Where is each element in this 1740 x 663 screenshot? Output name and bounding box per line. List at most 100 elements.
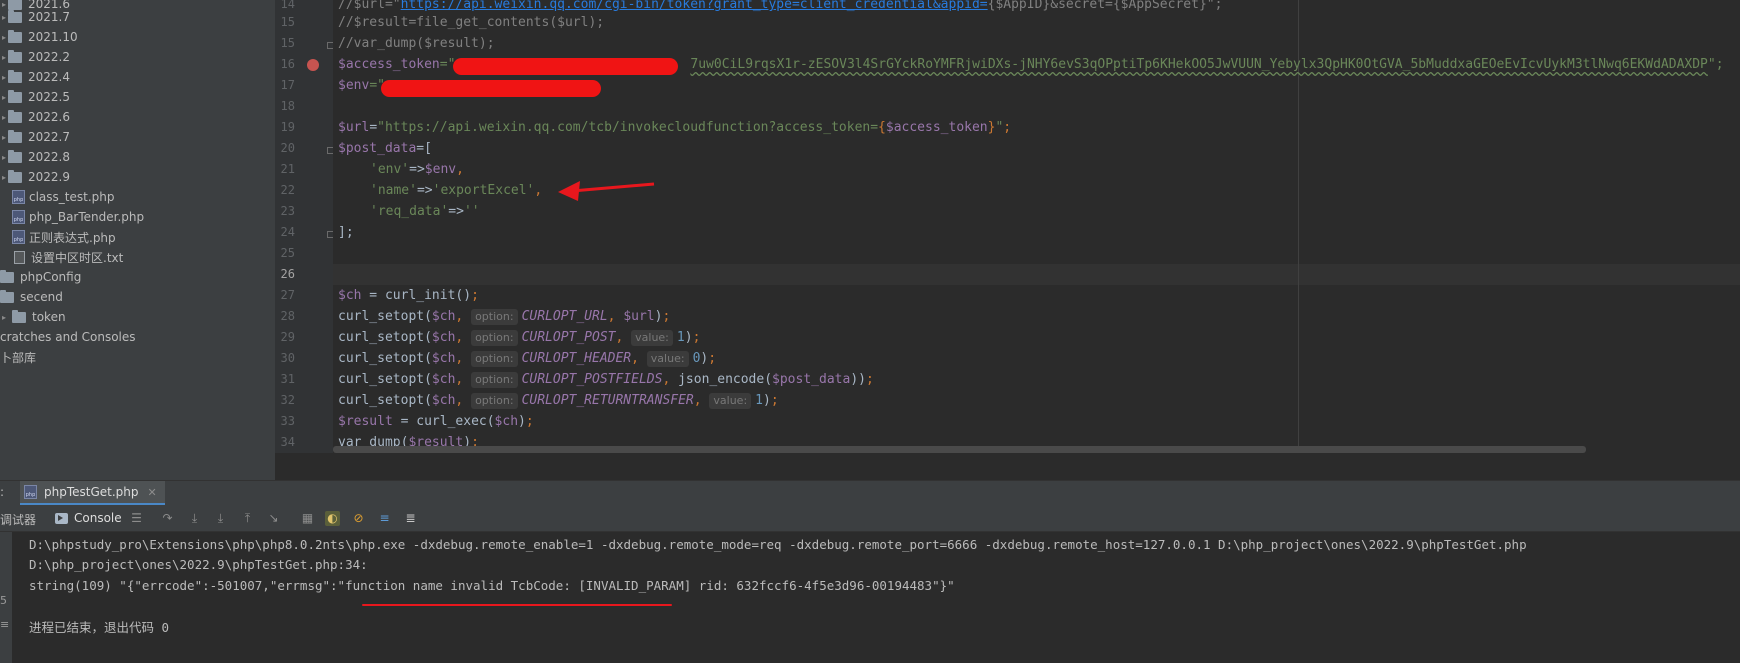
parameter-hint: option:: [471, 351, 518, 367]
list-icon[interactable]: ≡: [377, 511, 392, 526]
annotation-arrow-icon: [558, 181, 655, 201]
tree-item-folder[interactable]: ▸ 2021.10: [0, 27, 275, 47]
tree-item-label: 2022.7: [28, 130, 70, 144]
folder-icon: [8, 149, 22, 163]
code-token: $post_data: [772, 372, 851, 387]
expand-arrow-icon[interactable]: ▸: [0, 13, 8, 22]
tree-item-folder[interactable]: ▸ 2022.9: [0, 167, 275, 187]
expand-arrow-icon[interactable]: ▸: [0, 113, 8, 122]
evaluate-icon[interactable]: ▦: [300, 511, 315, 526]
tree-item-file[interactable]: 设置中区时区.txt: [0, 247, 275, 267]
code-token: $ch: [494, 414, 519, 429]
code-token: curl_setopt(: [338, 330, 432, 345]
code-token: ,: [607, 309, 624, 324]
line-number: 15: [280, 15, 295, 29]
code-token: = curl_init(): [361, 288, 472, 303]
code-line: curl_setopt($ch, option: CURLOPT_RETURNTR…: [338, 390, 779, 411]
expand-arrow-icon[interactable]: ▸: [0, 93, 8, 102]
code-token: =: [369, 120, 378, 135]
horizontal-scrollbar[interactable]: [333, 446, 1586, 453]
expand-arrow-icon[interactable]: ▸: [0, 153, 8, 162]
code-token: $ch: [431, 330, 456, 345]
tree-item-folder[interactable]: ▸ 2022.4: [0, 67, 275, 87]
breakpoint-icon[interactable]: [307, 59, 319, 71]
redaction-mark: [453, 58, 678, 75]
menu-lines-icon[interactable]: ☰: [129, 511, 144, 526]
tree-item-label: cratches and Consoles: [0, 330, 136, 344]
code-token: CURLOPT_RETURNTRANSFER: [521, 393, 694, 408]
code-token: $env: [338, 78, 370, 93]
tree-item-folder[interactable]: ▸ 2022.7: [0, 127, 275, 147]
tree-item-label: 2022.2: [28, 50, 70, 64]
tree-item-folder[interactable]: ▸ 2021.7: [0, 7, 275, 27]
line-number: 25: [280, 246, 295, 260]
expand-arrow-icon[interactable]: ▸: [0, 33, 8, 42]
parameter-hint: value:: [631, 330, 673, 346]
gutter-mark: ≡: [0, 618, 10, 631]
expand-arrow-icon[interactable]: ▸: [0, 73, 8, 82]
settings-list-icon[interactable]: ≣: [403, 511, 418, 526]
expand-arrow-icon[interactable]: ▸: [0, 173, 8, 182]
code-token: $ch: [431, 393, 456, 408]
run-label: :: [0, 485, 5, 499]
tree-item-label: 2022.8: [28, 150, 70, 164]
tree-item-folder[interactable]: ▸ 2022.6: [0, 107, 275, 127]
run-to-cursor-icon[interactable]: ↘: [266, 511, 281, 526]
code-token: $ch: [431, 372, 456, 387]
code-token: 'req_data': [370, 204, 449, 219]
php-file-icon: [12, 190, 25, 204]
code-token: ,: [662, 372, 679, 387]
code-token: = curl_exec(: [392, 414, 495, 429]
line-number: 20: [280, 141, 295, 155]
tree-item-folder[interactable]: ▸ token: [0, 307, 275, 327]
tree-item-external-libraries[interactable]: 卜部库: [0, 347, 275, 367]
code-editor[interactable]: //$url="https://api.weixin.qq.com/cgi-bi…: [333, 0, 1740, 453]
parameter-hint: option:: [471, 372, 518, 388]
code-token: {: [878, 120, 886, 135]
tree-item-label: 2021.10: [28, 30, 78, 44]
tree-item-label: 2022.9: [28, 170, 70, 184]
line-number: 22: [280, 183, 295, 197]
tab-console[interactable]: Console: [74, 511, 122, 525]
code-token: curl_setopt(: [338, 351, 432, 366]
step-over-icon[interactable]: ↷: [160, 511, 175, 526]
tree-item-label: php_BarTender.php: [29, 210, 145, 224]
close-icon[interactable]: ✕: [148, 486, 157, 499]
code-token: ,: [455, 309, 472, 324]
php-file-icon: [12, 210, 25, 224]
line-number: 15: [280, 36, 295, 50]
expand-arrow-icon[interactable]: ▸: [0, 313, 8, 322]
code-line: curl_setopt($ch, option: CURLOPT_HEADER, …: [338, 348, 716, 369]
tree-item-folder[interactable]: phpConfig: [0, 267, 275, 287]
tree-item-folder[interactable]: ▸ 2022.5: [0, 87, 275, 107]
tree-item-file[interactable]: php_BarTender.php: [0, 207, 275, 227]
tree-item-folder[interactable]: ▸ 2022.2: [0, 47, 275, 67]
folder-icon: [0, 289, 14, 303]
step-out-icon[interactable]: ⤒: [240, 511, 255, 526]
tree-item-scratches[interactable]: cratches and Consoles: [0, 327, 275, 347]
tab-debugger[interactable]: 调试器: [0, 511, 36, 528]
run-tab-phpTestGet[interactable]: phpTestGet.php ✕: [20, 481, 165, 506]
tree-item-file[interactable]: class_test.php: [0, 187, 275, 207]
php-file-icon: [12, 230, 25, 244]
code-line: curl_setopt($ch, option: CURLOPT_POST, va…: [338, 327, 700, 348]
code-token: =>: [416, 183, 433, 198]
console-gutter: 5 ≡: [0, 532, 12, 663]
line-number: 16: [280, 57, 295, 71]
tree-item-file[interactable]: 正则表达式.php: [0, 227, 275, 247]
step-into-icon[interactable]: ⤓: [187, 511, 202, 526]
code-token: $access_token: [885, 120, 988, 135]
expand-arrow-icon[interactable]: ▸: [0, 133, 8, 142]
code-line: curl_setopt($ch, option: CURLOPT_POSTFIEL…: [338, 369, 874, 390]
force-step-into-icon[interactable]: ⤓: [213, 511, 228, 526]
code-token: CURLOPT_POST: [521, 330, 616, 345]
mute-breakpoints-icon[interactable]: ⊘: [351, 511, 366, 526]
tree-item-folder[interactable]: ▸ 2022.8: [0, 147, 275, 167]
code-link[interactable]: https://api.weixin.qq.com/cgi-bin/token?…: [401, 0, 988, 12]
expand-arrow-icon[interactable]: ▸: [0, 53, 8, 62]
breakpoint-toggle-icon[interactable]: ◐: [325, 511, 340, 526]
code-token: ;: [770, 393, 779, 408]
editor-gutter[interactable]: 14 15 15 16 17 18 19 20 21 22 23 24 25 2…: [275, 0, 334, 453]
tree-item-folder[interactable]: secend: [0, 287, 275, 307]
line-number: 26: [280, 267, 295, 281]
